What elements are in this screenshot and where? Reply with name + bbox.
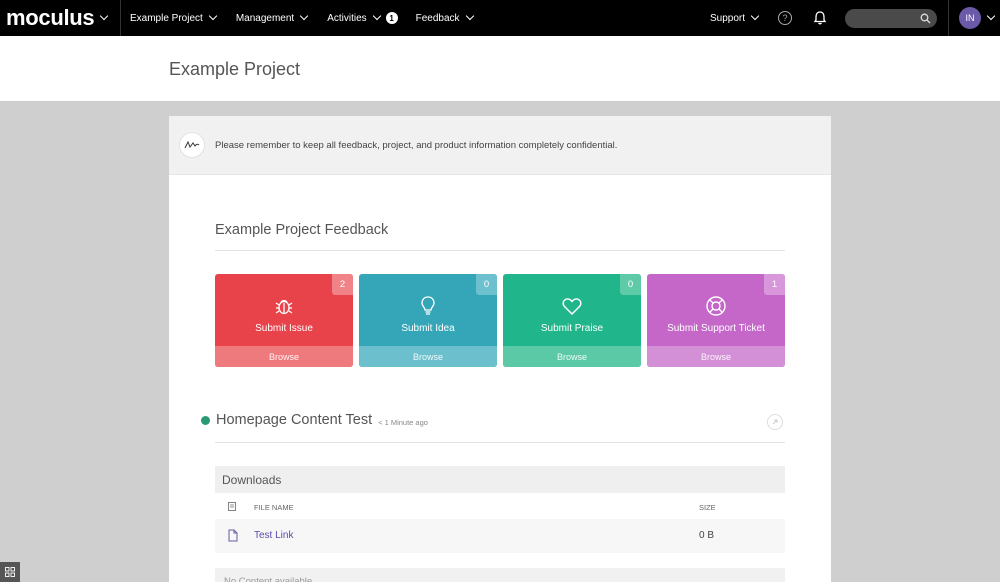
nav-management-menu[interactable]: Management <box>235 0 309 36</box>
file-size: 0 B <box>699 530 715 541</box>
submit-support-ticket-tile[interactable]: Submit Support Ticket Browse 1 <box>647 274 785 367</box>
grid-icon[interactable] <box>0 562 20 582</box>
downloads-table-header: FILE NAME SIZE <box>215 498 785 516</box>
tile-label: Submit Idea <box>401 322 455 334</box>
browse-issues-link[interactable]: Browse <box>215 346 353 367</box>
submit-praise-tile[interactable]: Submit Praise Browse 0 <box>503 274 641 367</box>
search-icon <box>920 13 931 23</box>
divider <box>215 250 785 251</box>
file-type-column-icon <box>228 502 236 513</box>
file-link[interactable]: Test Link <box>254 530 293 541</box>
nav-feedback-label: Feedback <box>415 12 460 24</box>
page-title: Example Project <box>169 59 301 79</box>
user-menu[interactable]: IN <box>959 7 996 29</box>
content-item-header: Homepage Content Test < 1 Minute ago <box>201 412 428 428</box>
table-row[interactable]: Test Link 0 B <box>215 519 785 553</box>
chevron-down-icon <box>372 11 381 21</box>
chevron-down-icon <box>750 11 760 21</box>
notice-text: Please remember to keep all feedback, pr… <box>215 139 618 151</box>
lifebuoy-icon <box>706 295 726 316</box>
top-navbar: moculus Example Project Management Activ… <box>0 0 1000 36</box>
tile-label: Submit Issue <box>255 322 313 334</box>
tile-count-badge: 1 <box>764 274 785 295</box>
tile-label: Submit Praise <box>540 322 604 334</box>
nav-feedback-menu[interactable]: Feedback <box>415 0 474 36</box>
chevron-down-icon <box>100 11 109 21</box>
submit-idea-tile[interactable]: Submit Idea Browse 0 <box>359 274 497 367</box>
tile-label: Submit Support Ticket <box>667 322 765 334</box>
nav-project-label: Example Project <box>130 12 203 24</box>
divider <box>215 442 785 443</box>
nav-project-menu[interactable]: Example Project <box>130 0 218 36</box>
chevron-down-icon <box>986 11 996 21</box>
heart-icon <box>562 297 582 315</box>
chevron-down-icon <box>299 11 309 21</box>
tile-count-badge: 0 <box>620 274 641 295</box>
avatar: IN <box>959 7 981 29</box>
bell-icon[interactable] <box>812 10 828 26</box>
tile-count-badge: 0 <box>476 274 497 295</box>
help-icon[interactable]: ? <box>778 11 792 25</box>
brand-logo: moculus <box>6 5 95 30</box>
submit-issue-tile[interactable]: Submit Issue Browse 2 <box>215 274 353 367</box>
size-column-header[interactable]: SIZE <box>699 503 716 512</box>
project-card: Please remember to keep all feedback, pr… <box>169 116 831 582</box>
chevron-down-icon <box>465 11 474 21</box>
nav-activities-menu[interactable]: Activities 1 <box>327 0 398 36</box>
page-header: Example Project <box>0 36 1000 102</box>
browse-ideas-link[interactable]: Browse <box>359 346 497 367</box>
browse-praise-link[interactable]: Browse <box>503 346 641 367</box>
search-input[interactable] <box>845 8 937 28</box>
confidentiality-notice: Please remember to keep all feedback, pr… <box>169 116 831 175</box>
brand-menu[interactable]: moculus <box>0 0 121 36</box>
lightbulb-icon <box>421 295 435 315</box>
nav-divider <box>948 0 949 36</box>
expand-icon[interactable] <box>767 414 783 430</box>
file-name-column-header[interactable]: FILE NAME <box>254 503 294 512</box>
content-title[interactable]: Homepage Content Test <box>216 412 372 428</box>
activities-count-badge: 1 <box>385 12 398 24</box>
browse-support-tickets-link[interactable]: Browse <box>647 346 785 367</box>
nav-management-label: Management <box>235 12 295 24</box>
chevron-down-icon <box>208 11 218 21</box>
content-timestamp: < 1 Minute ago <box>378 417 428 427</box>
empty-state: No Content available <box>215 568 785 582</box>
signature-icon <box>179 132 205 158</box>
status-dot <box>201 415 210 425</box>
feedback-tiles: Submit Issue Browse 2 Submit Idea Browse… <box>215 274 785 367</box>
nav-activities-label: Activities <box>327 12 367 24</box>
nav-support-menu[interactable]: Support <box>709 0 760 36</box>
nav-support-label: Support <box>709 12 745 24</box>
downloads-heading: Downloads <box>215 466 785 493</box>
feedback-section-title: Example Project Feedback <box>215 222 389 238</box>
bug-icon <box>275 299 293 314</box>
tile-count-badge: 2 <box>332 274 353 295</box>
file-icon <box>228 529 238 545</box>
